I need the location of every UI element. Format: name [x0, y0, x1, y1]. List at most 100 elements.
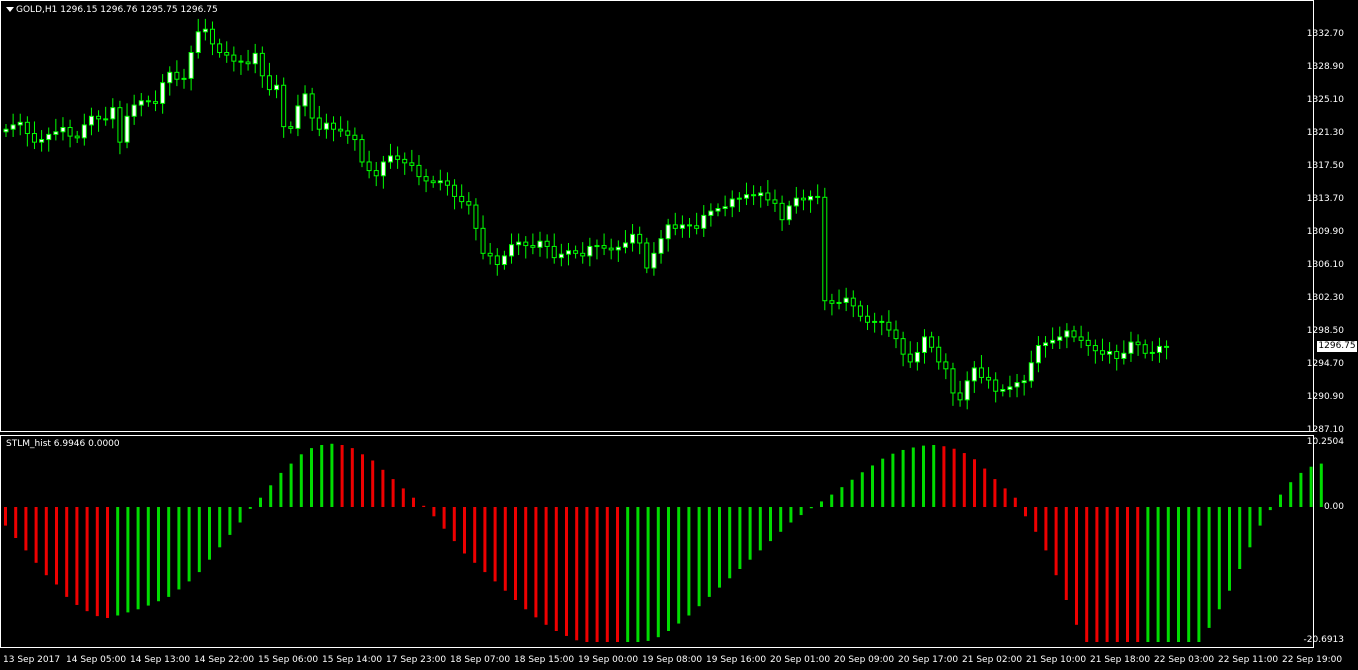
candle-body	[366, 161, 372, 172]
time-label: 21 Sep 18:00	[1090, 655, 1151, 665]
candle-body	[494, 255, 500, 266]
candle-body	[3, 128, 9, 133]
histogram-bar	[167, 507, 171, 597]
candle-body	[1014, 382, 1020, 388]
candle-body	[565, 250, 571, 255]
histogram-bar	[1258, 507, 1262, 526]
time-label: 13 Sep 2017	[3, 655, 61, 665]
histogram-bar	[789, 507, 793, 523]
candle-body	[380, 161, 386, 177]
price-label: 1306.10	[1306, 260, 1344, 270]
histogram-bar	[544, 507, 548, 625]
histogram-bar	[1054, 507, 1058, 576]
candle-body	[601, 245, 607, 249]
time-label: 22 Sep 03:00	[1154, 655, 1215, 665]
candle-body	[117, 107, 123, 143]
candle-body	[430, 180, 436, 184]
candle-body	[886, 321, 892, 331]
trading-chart[interactable]	[0, 0, 1358, 670]
histogram-bar	[1197, 507, 1201, 642]
candle-body	[387, 155, 393, 163]
candle-body	[872, 320, 878, 323]
indicator-axis-label: 10.2504	[1306, 437, 1344, 447]
histogram-bar	[677, 507, 681, 624]
candle-body	[850, 297, 856, 307]
candle-body	[893, 329, 899, 340]
candle-body	[395, 155, 401, 160]
candle-body	[687, 224, 693, 227]
candle-body	[402, 158, 408, 164]
candle-body	[921, 336, 927, 353]
price-label: 1317.50	[1306, 161, 1344, 171]
candle-body	[1092, 345, 1098, 352]
histogram-bar	[1013, 497, 1017, 507]
histogram-bar	[616, 507, 619, 642]
histogram-bar	[136, 507, 140, 610]
candle-body	[736, 197, 742, 200]
candle-body	[160, 82, 166, 104]
candle-body	[523, 241, 529, 247]
candle-body	[679, 224, 685, 229]
candle-body	[188, 52, 194, 79]
candle-body	[1099, 350, 1105, 355]
candle-body	[1107, 351, 1113, 355]
histogram-bar	[442, 507, 446, 529]
histogram-bar	[575, 507, 579, 641]
histogram-bar	[116, 507, 120, 616]
candle-body	[907, 353, 913, 363]
candle-body	[630, 233, 636, 244]
histogram-bar	[95, 507, 99, 617]
candle-body	[416, 164, 422, 178]
symbol-menu-icon[interactable]	[6, 7, 14, 12]
candle-body	[238, 60, 244, 63]
histogram-bar	[85, 507, 89, 612]
histogram-bar	[299, 454, 303, 507]
histogram-bar	[350, 448, 354, 507]
candle-body	[209, 28, 215, 45]
histogram-bar	[432, 507, 436, 517]
histogram-bar	[779, 507, 783, 532]
histogram-bar	[310, 448, 313, 507]
candle-body	[615, 246, 621, 251]
candle-body	[1135, 341, 1141, 346]
histogram-bar	[840, 487, 844, 507]
candle-body	[1149, 351, 1155, 354]
price-label: 1321.30	[1306, 128, 1344, 138]
candle-body	[658, 238, 664, 254]
time-label: 14 Sep 13:00	[130, 655, 191, 665]
histogram-bar	[289, 463, 293, 507]
candle-body	[96, 115, 102, 120]
candle-body	[466, 201, 472, 206]
histogram-bar	[391, 479, 395, 507]
time-label: 21 Sep 10:00	[1026, 655, 1087, 665]
price-label: 1290.90	[1306, 392, 1344, 402]
candle-body	[694, 225, 700, 229]
candle-body	[957, 392, 963, 401]
candle-body	[24, 121, 30, 135]
histogram-bar	[707, 507, 711, 597]
candle-body	[665, 224, 671, 240]
histogram-bar	[259, 497, 262, 507]
candle-body	[17, 121, 23, 126]
price-label: 1287.10	[1306, 425, 1344, 435]
histogram-bar	[106, 507, 109, 618]
histogram-bar	[554, 507, 558, 631]
candle-body	[551, 245, 557, 259]
histogram-bar	[248, 507, 252, 509]
histogram-bar	[463, 507, 466, 554]
histogram-bar	[483, 507, 487, 573]
candle-body	[295, 105, 301, 129]
candle-body	[1164, 345, 1170, 348]
time-label: 20 Sep 09:00	[834, 655, 895, 665]
histogram-bar	[1309, 466, 1313, 507]
histogram-bar	[1228, 507, 1231, 591]
time-label: 18 Sep 15:00	[514, 655, 575, 665]
candle-body	[1050, 339, 1056, 344]
histogram-bar	[1238, 507, 1242, 569]
candle-body	[772, 199, 778, 204]
time-label: 20 Sep 17:00	[898, 655, 959, 665]
price-label: 1328.90	[1306, 62, 1344, 72]
indicator-header: STLM_hist 6.9946 0.0000	[6, 439, 120, 449]
histogram-bar	[1187, 507, 1191, 642]
candle-body	[323, 122, 329, 130]
